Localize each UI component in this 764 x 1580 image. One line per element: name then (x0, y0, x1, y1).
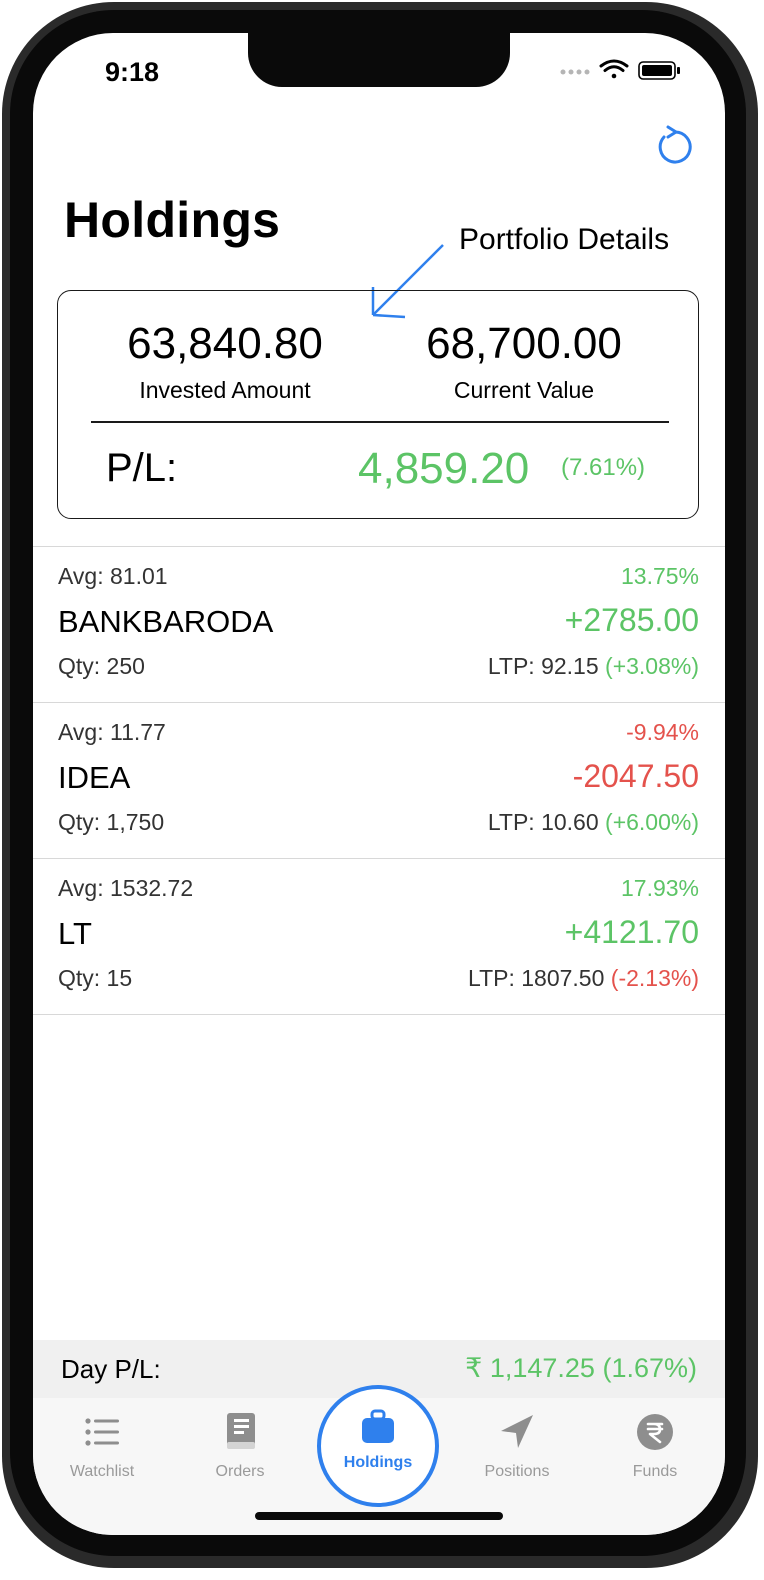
day-pl-value: ₹ 1,147.25 (1.67%) (465, 1353, 697, 1383)
ltp: LTP: 92.15 (+3.08%) (488, 653, 699, 680)
page-title: Holdings (64, 192, 281, 248)
tab-label: Watchlist (69, 1463, 135, 1480)
invested-amount: 63,840.80 (127, 319, 323, 368)
wifi-icon (599, 59, 629, 79)
invested-amount-label: Invested Amount (139, 377, 311, 403)
pnl-value: +4121.70 (564, 914, 699, 950)
current-value: 68,700.00 (426, 319, 622, 368)
tab-label: Holdings (343, 1454, 413, 1471)
ltp: LTP: 10.60 (+6.00%) (488, 809, 699, 836)
status-icons (560, 59, 680, 80)
signal-icon (560, 69, 590, 75)
quantity: Qty: 250 (58, 653, 145, 679)
ltp-value: LTP: 92.15 (487, 653, 599, 679)
pl-value: 4,859.20 (358, 444, 530, 493)
app-screen: 9:18 Holdings Portfolio Details 63,840.8… (33, 33, 725, 1535)
book-icon (227, 1413, 255, 1449)
day-pl-label: Day P/L: (61, 1354, 161, 1384)
quantity: Qty: 15 (58, 965, 133, 991)
portfolio-summary-card: 63,840.80 Invested Amount 68,700.00 Curr… (57, 290, 699, 519)
tab-label: Positions (484, 1463, 550, 1480)
avg-price: Avg: 81.01 (58, 563, 168, 589)
tab-label: Funds (632, 1463, 678, 1480)
phone-frame: 9:18 Holdings Portfolio Details 63,840.8… (0, 0, 764, 1580)
stock-symbol: LT (58, 916, 92, 951)
stock-symbol: IDEA (58, 760, 131, 795)
tab-positions[interactable]: Positions (452, 1408, 582, 1480)
notch (248, 33, 510, 87)
pnl-percent: -9.94% (626, 719, 699, 745)
holding-row[interactable]: Avg: 81.01 13.75% BANKBARODA +2785.00 Qt… (33, 546, 725, 702)
pnl-percent: 13.75% (620, 563, 699, 589)
avg-price: Avg: 11.77 (58, 719, 166, 745)
tab-watchlist[interactable]: Watchlist (37, 1408, 167, 1480)
location-arrow-icon (501, 1415, 533, 1448)
battery-icon (638, 61, 680, 80)
refresh-icon[interactable] (651, 125, 693, 167)
ltp-change: (+3.08%) (605, 653, 699, 679)
card-divider (91, 421, 669, 423)
holdings-list: Avg: 81.01 13.75% BANKBARODA +2785.00 Qt… (33, 546, 725, 1015)
ltp-change: (-2.13%) (610, 965, 699, 991)
ltp-value: LTP: 10.60 (487, 809, 599, 835)
home-indicator[interactable] (255, 1512, 503, 1520)
rupee-icon (637, 1414, 673, 1450)
briefcase-icon (362, 1409, 394, 1443)
ltp-change: (+6.00%) (605, 809, 699, 835)
tab-label: Orders (215, 1463, 265, 1480)
stock-symbol: BANKBARODA (58, 604, 274, 639)
pnl-value: +2785.00 (564, 602, 699, 638)
tab-funds[interactable]: Funds (590, 1408, 720, 1480)
pl-percent: (7.61%) (561, 454, 646, 481)
ltp-value: LTP: 1807.50 (468, 965, 605, 991)
pnl-percent: 17.93% (620, 875, 699, 901)
quantity: Qty: 1,750 (58, 809, 165, 835)
tab-orders[interactable]: Orders (175, 1408, 305, 1480)
list-icon (85, 1418, 119, 1446)
ltp: LTP: 1807.50 (-2.13%) (468, 965, 699, 992)
holding-row[interactable]: Avg: 11.77 -9.94% IDEA -2047.50 Qty: 1,7… (33, 702, 725, 858)
tab-holdings[interactable]: Holdings (317, 1385, 439, 1507)
pl-label: P/L: (106, 446, 178, 490)
avg-price: Avg: 1532.72 (58, 875, 194, 901)
annotation-label: Portfolio Details (459, 223, 670, 256)
current-value-label: Current Value (453, 377, 595, 403)
status-time: 9:18 (105, 57, 160, 87)
holding-row[interactable]: Avg: 1532.72 17.93% LT +4121.70 Qty: 15 … (33, 858, 725, 1015)
pnl-value: -2047.50 (572, 758, 699, 794)
